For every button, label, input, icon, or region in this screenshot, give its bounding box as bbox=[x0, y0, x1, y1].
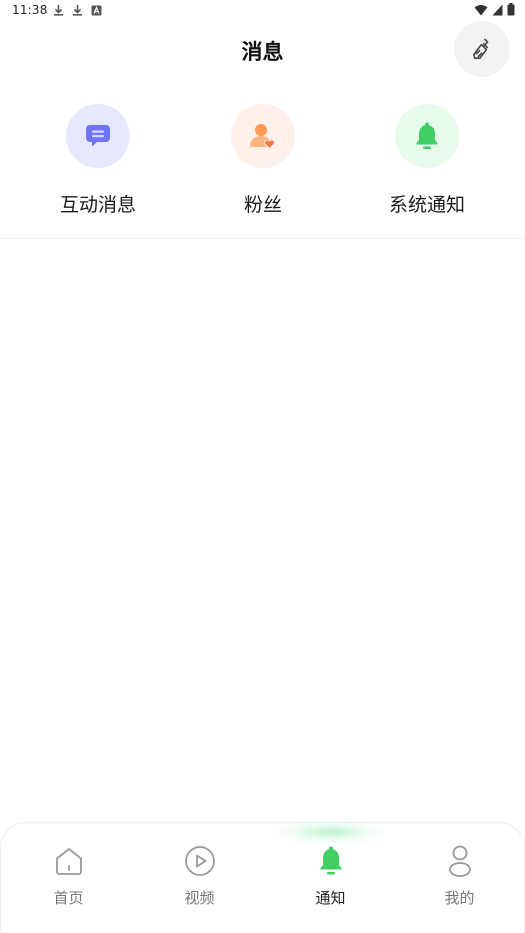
nav-icon bbox=[51, 843, 87, 879]
divider bbox=[0, 238, 525, 239]
wifi-icon bbox=[474, 4, 488, 15]
nav-icon bbox=[182, 843, 218, 879]
category-icon-circle bbox=[231, 104, 295, 168]
status-time: 11:38 bbox=[12, 3, 48, 17]
category-label: 粉丝 bbox=[243, 194, 282, 216]
status-bar: 11:38 bbox=[0, 0, 525, 22]
category-icon-circle bbox=[66, 104, 130, 168]
nav-label: 视频 bbox=[184, 889, 215, 907]
nav-label-active: 通知 bbox=[315, 889, 346, 907]
bottom-nav: 首页 视频 通知 我的 bbox=[0, 819, 525, 933]
nav-item-video[interactable]: 视频 bbox=[134, 843, 265, 908]
download-icon bbox=[54, 5, 63, 16]
category-interactive-messages[interactable]: 互动消息 bbox=[16, 104, 180, 217]
play-icon bbox=[184, 846, 215, 876]
battery-icon bbox=[507, 3, 515, 16]
home-icon bbox=[55, 848, 82, 875]
status-system-icons bbox=[474, 3, 515, 16]
nav-label: 我的 bbox=[444, 889, 475, 907]
nav-item-home[interactable]: 首页 bbox=[3, 843, 134, 908]
nav-label: 首页 bbox=[53, 889, 84, 907]
category-icon-circle bbox=[395, 104, 459, 168]
nav-icon bbox=[442, 843, 478, 879]
active-tab-glow bbox=[273, 819, 389, 845]
bell-icon bbox=[320, 846, 341, 875]
nav-item-notifications[interactable]: 通知 bbox=[265, 843, 396, 908]
clear-messages-button[interactable] bbox=[454, 21, 510, 77]
category-label: 系统通知 bbox=[388, 194, 465, 216]
nav-item-profile[interactable]: 我的 bbox=[394, 843, 525, 908]
broom-icon bbox=[473, 38, 489, 59]
bell-icon bbox=[416, 122, 438, 149]
screen: 11:38 消息 互动消息 粉丝 系统通知 首页 视频 通知 我的 bbox=[0, 0, 525, 933]
user-icon bbox=[448, 845, 471, 877]
category-label: 互动消息 bbox=[59, 194, 136, 216]
nav-icon bbox=[313, 843, 349, 879]
keyboard-a-icon bbox=[91, 5, 102, 15]
message-category-row: 互动消息 粉丝 系统通知 bbox=[0, 104, 525, 224]
signal-icon bbox=[492, 4, 503, 15]
category-system-notifications[interactable]: 系统通知 bbox=[345, 104, 509, 217]
download-icon bbox=[73, 5, 82, 16]
category-fans[interactable]: 粉丝 bbox=[181, 104, 345, 217]
status-notification-icons bbox=[53, 4, 102, 16]
page-title: 消息 bbox=[241, 40, 284, 64]
chat-bubble-icon bbox=[86, 125, 110, 147]
user-heart-icon bbox=[250, 124, 275, 150]
